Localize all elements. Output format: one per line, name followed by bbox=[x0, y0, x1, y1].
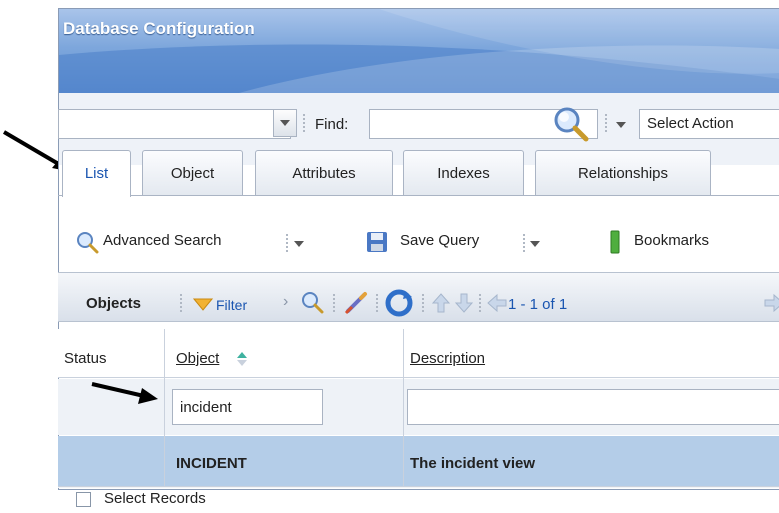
arrow-down-icon[interactable] bbox=[454, 292, 474, 314]
list-search-icon[interactable] bbox=[300, 290, 324, 314]
cell-description[interactable]: The incident view bbox=[410, 455, 535, 472]
select-records-checkbox[interactable] bbox=[76, 492, 91, 507]
record-combo-input[interactable] bbox=[58, 109, 291, 139]
table-footer bbox=[58, 486, 779, 488]
action-dropdown-icon[interactable] bbox=[616, 122, 626, 128]
sort-ascending-icon[interactable] bbox=[236, 351, 248, 367]
column-object[interactable]: Object bbox=[176, 350, 219, 367]
page-count: 1 - 1 of 1 bbox=[508, 296, 568, 313]
advanced-search-link[interactable]: Advanced Search bbox=[103, 232, 221, 249]
previous-page-icon[interactable] bbox=[486, 293, 508, 313]
select-action-dropdown[interactable]: Select Action bbox=[639, 109, 779, 139]
tab-relationships[interactable]: Relationships bbox=[535, 150, 711, 195]
bookmark-icon bbox=[610, 230, 620, 254]
clear-filter-icon[interactable] bbox=[343, 290, 369, 316]
bookmarks-link[interactable]: Bookmarks bbox=[634, 232, 709, 249]
cell-object[interactable]: INCIDENT bbox=[176, 455, 247, 472]
search-icon[interactable] bbox=[552, 105, 590, 143]
chevron-down-icon bbox=[280, 120, 290, 126]
save-icon bbox=[367, 232, 387, 252]
tabs-divider bbox=[58, 195, 779, 196]
column-status[interactable]: Status bbox=[64, 350, 107, 367]
arrow-up-icon[interactable] bbox=[431, 292, 451, 314]
filter-link[interactable]: Filter bbox=[216, 297, 247, 313]
find-label: Find: bbox=[315, 116, 349, 133]
tab-indexes[interactable]: Indexes bbox=[403, 150, 524, 195]
refresh-icon[interactable] bbox=[385, 289, 413, 317]
annotation-arrow-filter bbox=[91, 382, 158, 404]
chevron-right-icon: › bbox=[283, 293, 289, 310]
save-query-link[interactable]: Save Query bbox=[400, 232, 479, 249]
content: Find: Select Action List Object Attribut… bbox=[58, 8, 779, 488]
column-description[interactable]: Description bbox=[410, 350, 485, 367]
tab-object[interactable]: Object bbox=[142, 150, 243, 195]
object-filter-input[interactable]: incident bbox=[172, 389, 323, 425]
save-query-dropdown-icon[interactable] bbox=[530, 241, 540, 247]
advanced-search-icon bbox=[77, 232, 99, 254]
advanced-search-dropdown-icon[interactable] bbox=[294, 241, 304, 247]
select-records-label[interactable]: Select Records bbox=[104, 490, 206, 507]
list-title: Objects bbox=[86, 295, 142, 312]
next-page-icon[interactable] bbox=[763, 293, 779, 313]
tab-attributes[interactable]: Attributes bbox=[255, 150, 393, 195]
description-filter-input[interactable] bbox=[407, 389, 779, 425]
record-combo-button[interactable] bbox=[273, 109, 297, 137]
filter-icon[interactable] bbox=[193, 298, 213, 312]
list-toolbar bbox=[58, 272, 779, 322]
tab-list[interactable]: List bbox=[62, 150, 131, 197]
